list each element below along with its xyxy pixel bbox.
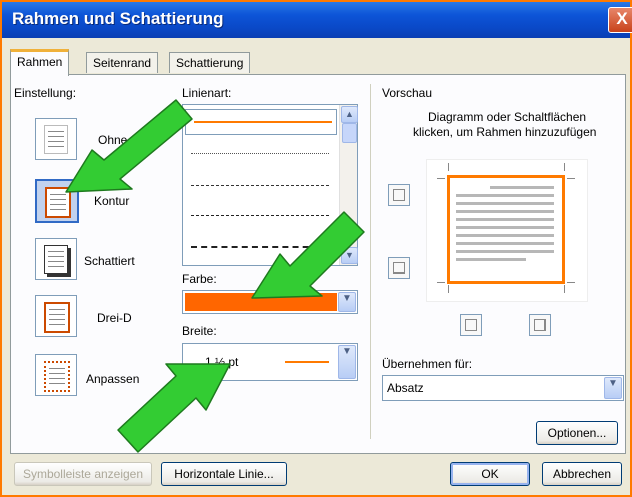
setting-custom-icon[interactable]	[35, 354, 77, 396]
border-left-icon[interactable]	[460, 314, 482, 336]
border-preview[interactable]	[426, 159, 588, 302]
color-label: Farbe:	[182, 272, 217, 286]
preview-hint-line2: klicken, um Rahmen hinzuzufügen	[413, 125, 597, 139]
cancel-button[interactable]: Abbrechen	[542, 462, 622, 486]
line-sample-fine-dash[interactable]	[191, 185, 329, 186]
line-sample-solid	[194, 121, 332, 123]
width-dropdown[interactable]: 1 ½ pt ▼	[182, 343, 358, 381]
border-top-icon[interactable]	[388, 184, 410, 206]
scroll-down-icon[interactable]: ▼	[341, 247, 358, 264]
setting-box-icon[interactable]	[35, 179, 79, 223]
scroll-up-icon[interactable]: ▲	[341, 106, 358, 123]
setting-none-icon[interactable]	[35, 118, 77, 160]
setting-custom-label[interactable]: Anpassen	[86, 372, 139, 386]
chevron-down-icon[interactable]: ▼	[604, 377, 622, 399]
color-dropdown[interactable]: ▼	[182, 290, 358, 314]
setting-3d-label[interactable]: Drei-D	[97, 311, 132, 325]
tab-seitenrand-label: Seitenrand	[93, 56, 152, 70]
setting-shadow-label[interactable]: Schattiert	[84, 254, 135, 268]
width-label: Breite:	[182, 324, 217, 338]
window-title: Rahmen und Schattierung	[12, 9, 224, 28]
title-bar[interactable]: Rahmen und Schattierung X	[2, 2, 632, 38]
settings-heading: Einstellung:	[14, 86, 77, 100]
setting-none-label[interactable]: Ohne	[98, 133, 127, 147]
tab-rahmen-label: Rahmen	[17, 55, 63, 69]
line-sample-dash[interactable]	[191, 215, 329, 216]
setting-box-label[interactable]: Kontur	[94, 194, 129, 208]
apply-to-label: Übernehmen für:	[382, 357, 473, 371]
setting-3d-icon[interactable]	[35, 295, 77, 337]
width-value: 1 ½ pt	[205, 355, 239, 369]
tab-schattierung[interactable]: Schattierung	[169, 52, 251, 73]
border-right-icon[interactable]	[529, 314, 551, 336]
border-bottom-icon[interactable]	[388, 257, 410, 279]
width-line-sample	[285, 361, 329, 363]
preview-hint-line1: Diagramm oder Schaltflächen	[428, 110, 587, 124]
show-toolbar-button: Symbolleiste anzeigen	[14, 462, 152, 486]
preview-border	[447, 175, 565, 284]
line-sample-dotted[interactable]	[191, 153, 329, 154]
apply-to-dropdown[interactable]: Absatz ▼	[382, 375, 624, 401]
scroll-thumb[interactable]	[342, 123, 357, 143]
chevron-down-icon[interactable]: ▼	[338, 292, 356, 312]
line-style-scrollbar[interactable]: ▲ ▼	[339, 105, 358, 265]
color-swatch	[185, 293, 337, 311]
divider	[370, 84, 371, 439]
chevron-down-icon[interactable]: ▼	[338, 345, 356, 379]
ok-button[interactable]: OK	[450, 462, 530, 486]
tab-rahmen[interactable]: Rahmen	[10, 49, 70, 76]
close-button[interactable]: X	[608, 7, 632, 33]
apply-to-value: Absatz	[387, 381, 424, 395]
line-style-selected-item[interactable]	[185, 109, 337, 135]
tab-seitenrand[interactable]: Seitenrand	[86, 52, 159, 73]
line-sample-dash-dot[interactable]	[191, 246, 329, 248]
horizontal-line-button[interactable]: Horizontale Linie...	[161, 462, 287, 486]
options-button[interactable]: Optionen...	[536, 421, 618, 445]
line-style-list[interactable]: ▲ ▼	[182, 104, 358, 266]
preview-heading: Vorschau	[382, 86, 433, 100]
setting-shadow-icon[interactable]	[35, 238, 77, 280]
tab-schattierung-label: Schattierung	[176, 56, 244, 70]
dialog-frame: Rahmen und Schattierung X Rahmen Seitenr…	[0, 0, 632, 497]
line-style-heading: Linienart:	[182, 86, 232, 100]
